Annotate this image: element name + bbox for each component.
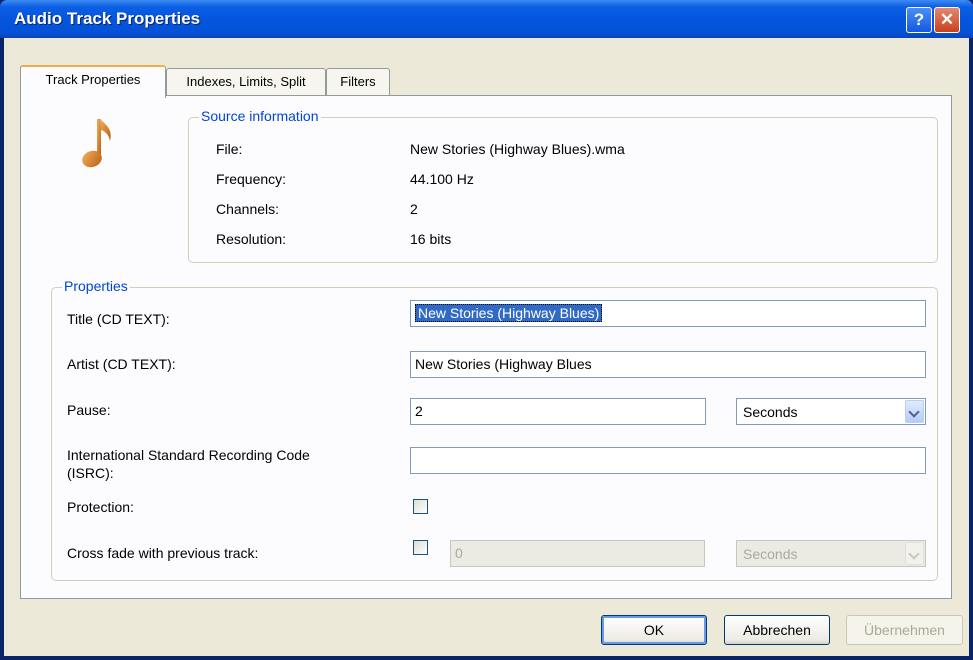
title-input[interactable]: New Stories (Highway Blues): [410, 300, 926, 327]
isrc-input[interactable]: [410, 447, 926, 474]
title-label: Title (CD TEXT):: [67, 311, 170, 327]
protection-label: Protection:: [67, 499, 134, 515]
resolution-label: Resolution:: [216, 231, 287, 247]
close-icon[interactable]: ✕: [934, 7, 960, 33]
apply-button[interactable]: Übernehmen: [846, 615, 963, 645]
crossfade-label: Cross fade with previous track:: [67, 545, 259, 561]
crossfade-checkbox[interactable]: [413, 540, 428, 555]
resolution-value: 16 bits: [410, 231, 452, 247]
frequency-label: Frequency:: [216, 171, 287, 187]
pause-unit-value: Seconds: [743, 404, 798, 420]
ok-button[interactable]: OK: [601, 615, 707, 645]
source-information-group: Source information: [188, 108, 938, 263]
properties-legend: Properties: [62, 278, 130, 294]
properties-group: Properties: [51, 278, 938, 581]
window-title: Audio Track Properties: [14, 9, 201, 28]
title-input-value: New Stories (Highway Blues): [415, 304, 603, 322]
isrc-label-line2: (ISRC):: [67, 465, 114, 481]
crossfade-unit-select[interactable]: Seconds: [736, 540, 926, 567]
pause-label: Pause:: [67, 402, 111, 418]
crossfade-unit-value: Seconds: [743, 546, 798, 562]
title-bar[interactable]: Audio Track Properties ? ✕: [0, 0, 973, 38]
pause-unit-select[interactable]: Seconds: [736, 398, 926, 425]
source-information-legend: Source information: [199, 108, 321, 124]
file-value: New Stories (Highway Blues).wma: [410, 141, 625, 157]
channels-label: Channels:: [216, 201, 280, 217]
tab-track-properties[interactable]: Track Properties: [20, 65, 166, 98]
frequency-value: 44.100 Hz: [410, 171, 474, 187]
artist-input[interactable]: New Stories (Highway Blues: [410, 351, 926, 378]
protection-checkbox[interactable]: [413, 499, 428, 514]
file-label: File:: [216, 141, 243, 157]
isrc-label-line1: International Standard Recording Code: [67, 447, 310, 463]
crossfade-input[interactable]: 0: [450, 540, 705, 567]
chevron-down-icon[interactable]: [905, 542, 924, 565]
chevron-down-icon[interactable]: [905, 400, 924, 423]
help-icon[interactable]: ?: [906, 7, 932, 33]
music-note-icon: [82, 119, 111, 168]
cancel-button[interactable]: Abbrechen: [724, 615, 830, 645]
tab-indexes-limits-split[interactable]: Indexes, Limits, Split: [166, 68, 326, 95]
channels-value: 2: [410, 201, 418, 217]
pause-input[interactable]: 2: [410, 398, 706, 425]
tab-filters[interactable]: Filters: [326, 68, 390, 95]
artist-label: Artist (CD TEXT):: [67, 356, 176, 372]
